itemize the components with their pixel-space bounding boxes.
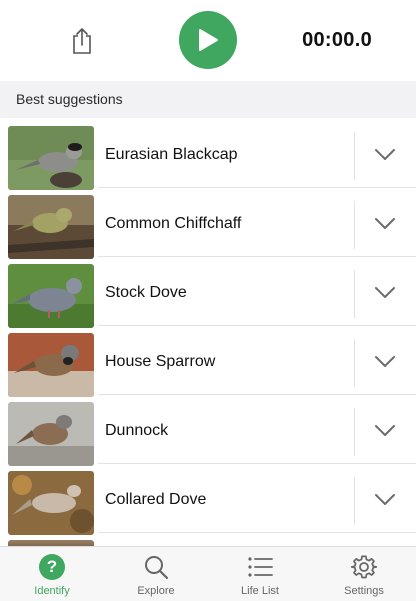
recording-timer: 00:00.0 bbox=[302, 29, 372, 51]
species-name: House Sparrow bbox=[105, 353, 216, 370]
list-item[interactable]: House Sparrow bbox=[0, 325, 416, 397]
list-item[interactable]: Dunnock bbox=[0, 394, 416, 466]
separator bbox=[354, 132, 355, 180]
list-item[interactable]: Common Chiffchaff bbox=[0, 187, 416, 259]
bird-photo bbox=[8, 195, 94, 259]
species-name: Eurasian Blackcap bbox=[105, 146, 238, 163]
species-name: Stock Dove bbox=[105, 284, 187, 301]
separator bbox=[354, 477, 355, 525]
play-icon bbox=[199, 29, 218, 51]
tab-label: Explore bbox=[137, 585, 175, 597]
separator bbox=[354, 408, 355, 456]
list-item[interactable]: Eurasian Blackcap bbox=[0, 118, 416, 190]
suggestion-list[interactable]: Eurasian Blackcap Common Chiffchaff Stoc… bbox=[0, 118, 416, 546]
question-mark-icon: ? bbox=[38, 553, 66, 581]
recording-toolbar: 00:00.0 bbox=[0, 0, 416, 81]
list-item[interactable]: Collared Dove bbox=[0, 463, 416, 535]
bird-photo bbox=[8, 402, 94, 466]
share-button[interactable] bbox=[68, 26, 96, 56]
chevron-down-icon[interactable] bbox=[374, 424, 396, 438]
tab-label: Identify bbox=[34, 585, 70, 597]
chevron-down-icon[interactable] bbox=[374, 217, 396, 231]
separator bbox=[354, 270, 355, 318]
chevron-down-icon[interactable] bbox=[374, 493, 396, 507]
suggestions-header: Best suggestions bbox=[0, 81, 416, 118]
tab-identify[interactable]: ? Identify bbox=[0, 547, 104, 601]
play-button[interactable] bbox=[179, 11, 237, 69]
tab-explore[interactable]: Explore bbox=[104, 547, 208, 601]
species-name: Collared Dove bbox=[105, 491, 207, 508]
list-icon bbox=[246, 553, 274, 581]
bird-photo bbox=[8, 471, 94, 535]
chevron-down-icon[interactable] bbox=[374, 286, 396, 300]
chevron-down-icon[interactable] bbox=[374, 355, 396, 369]
separator bbox=[354, 339, 355, 387]
suggestions-title: Best suggestions bbox=[16, 91, 123, 107]
separator bbox=[354, 201, 355, 249]
row-divider bbox=[98, 532, 416, 533]
list-item[interactable]: Stock Dove bbox=[0, 256, 416, 328]
species-name: Dunnock bbox=[105, 422, 169, 439]
search-icon bbox=[142, 553, 170, 581]
tab-label: Life List bbox=[241, 585, 279, 597]
share-icon bbox=[73, 28, 91, 54]
tab-life-list[interactable]: Life List bbox=[208, 547, 312, 601]
chevron-down-icon[interactable] bbox=[374, 148, 396, 162]
gear-icon bbox=[350, 553, 378, 581]
tab-label: Settings bbox=[344, 585, 384, 597]
species-name: Common Chiffchaff bbox=[105, 215, 242, 232]
bird-photo bbox=[8, 333, 94, 397]
bird-photo bbox=[8, 264, 94, 328]
tab-bar: ? Identify Explore Life List Settings bbox=[0, 546, 416, 601]
tab-settings[interactable]: Settings bbox=[312, 547, 416, 601]
bird-photo bbox=[8, 126, 94, 190]
